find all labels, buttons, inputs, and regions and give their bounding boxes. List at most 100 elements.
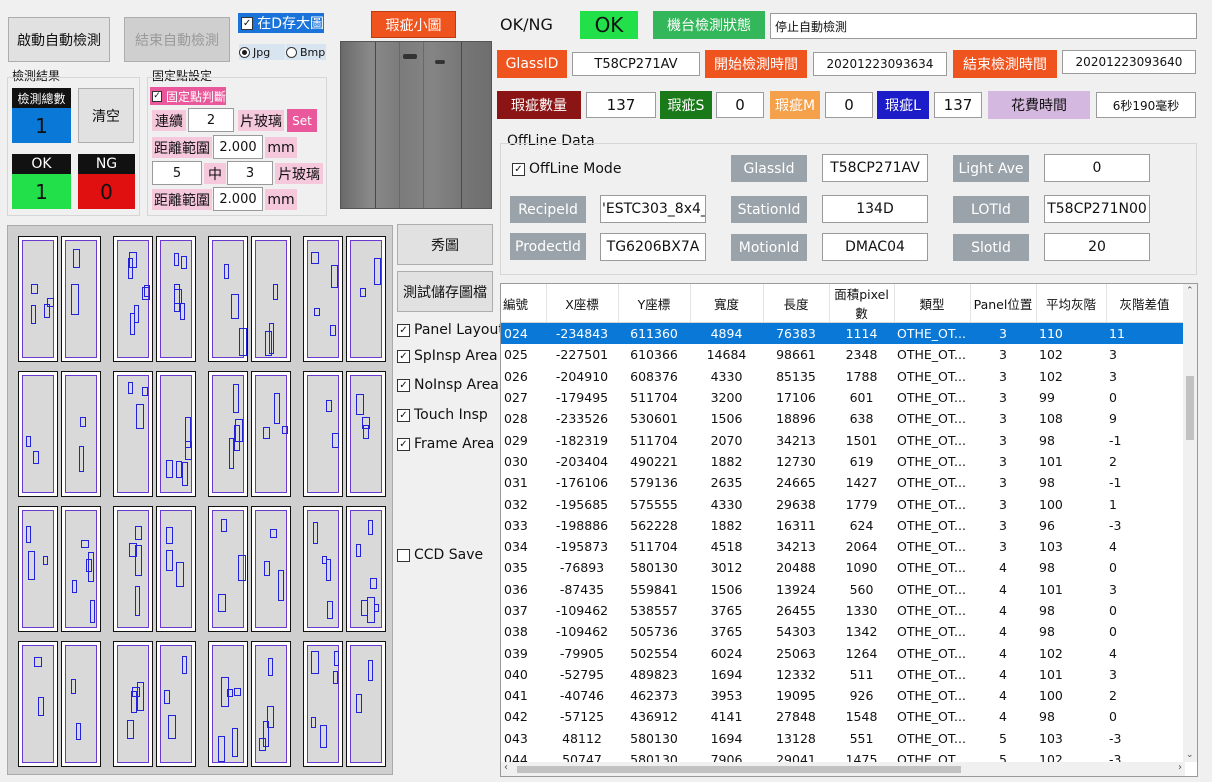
noinsp-area-checkbox[interactable]: ✓ NoInsp Area	[397, 377, 499, 393]
table-row[interactable]: 031 -176106 579136 2635 24665 1427 OTHE_OT... 3…	[501, 472, 1183, 493]
panel-cell[interactable]	[303, 641, 343, 767]
panel-cell[interactable]	[251, 641, 291, 767]
panel-cell[interactable]	[113, 371, 153, 497]
touch-insp-checkbox[interactable]: ✓ Touch Insp	[397, 407, 488, 423]
fixed-judge-checkbox[interactable]: ✓ 固定點判斷	[150, 87, 226, 105]
offline-glassid-value[interactable]: T58CP271AV	[822, 154, 928, 182]
lotid-value[interactable]: T58CP271N00	[1044, 195, 1150, 223]
table-horizontal-scrollbar[interactable]: ‹ ›	[501, 762, 1185, 776]
slotid-value[interactable]: 20	[1044, 233, 1150, 261]
table-vertical-scrollbar[interactable]: ⌃ ⌄	[1183, 284, 1197, 762]
panel-cell[interactable]	[61, 371, 101, 497]
frame-area-checkbox[interactable]: ✓ Frame Area	[397, 436, 494, 452]
defect-table-container[interactable]: 編號 X座標 Y座標 寬度 長度 面積pixel數 類型 Panel位置 平均灰階 灰階差值 02…	[500, 283, 1198, 777]
column-header[interactable]: 灰階差值	[1106, 284, 1184, 323]
motionid-value[interactable]: DMAC04	[822, 233, 928, 261]
panel-cell[interactable]	[303, 236, 343, 362]
panel-cell[interactable]	[113, 236, 153, 362]
panel-cell[interactable]	[18, 641, 58, 767]
table-row[interactable]: 026 -204910 608376 4330 85135 1788 OTHE_OT... 3…	[501, 366, 1183, 387]
panel-middle-input[interactable]: 3	[227, 161, 273, 185]
table-row[interactable]: 040 -52795 489823 1694 12332 511 OTHE_OT... 4 10…	[501, 664, 1183, 685]
jpg-radio[interactable]: Jpg	[239, 44, 285, 60]
column-header[interactable]: 類型	[894, 284, 971, 323]
panel-cell[interactable]	[61, 506, 101, 632]
column-header[interactable]: X座標	[546, 284, 619, 323]
table-row[interactable]: 034 -195873 511704 4518 34213 2064 OTHE_OT... 3…	[501, 536, 1183, 557]
panel-count-input[interactable]: 5	[152, 161, 202, 185]
panel-cell[interactable]	[346, 506, 386, 632]
productid-value[interactable]: TG6206BX7A	[600, 233, 706, 261]
panel-cell[interactable]	[251, 506, 291, 632]
table-row[interactable]: 025 -227501 610366 14684 98661 2348 OTHE_OT...…	[501, 344, 1183, 365]
panel-cell[interactable]	[61, 236, 101, 362]
panel-cell[interactable]	[346, 371, 386, 497]
table-row[interactable]: 030 -203404 490221 1882 12730 619 OTHE_OT... 3 1…	[501, 451, 1183, 472]
distance-range-input[interactable]: 2.000	[213, 135, 263, 159]
start-detection-button[interactable]: 啟動自動檢測	[8, 17, 110, 62]
offline-mode-checkbox[interactable]: ✓ OffLine Mode	[512, 161, 621, 177]
stop-detection-button[interactable]: 結束自動檢測	[124, 17, 230, 62]
scroll-thumb-horizontal[interactable]	[517, 766, 961, 773]
panel-cell[interactable]	[251, 371, 291, 497]
panel-cell[interactable]	[208, 506, 248, 632]
panel-cell[interactable]	[18, 506, 58, 632]
panel-cell[interactable]	[113, 506, 153, 632]
panel-cell[interactable]	[346, 236, 386, 362]
light-ave-value[interactable]: 0	[1044, 154, 1150, 182]
stationid-value[interactable]: 134D	[822, 195, 928, 223]
panel-cell[interactable]	[156, 641, 196, 767]
panel-cell[interactable]	[61, 641, 101, 767]
scroll-left-arrow-icon[interactable]: ‹	[504, 762, 508, 773]
show-image-button[interactable]: 秀圖	[397, 224, 493, 265]
panel-cell[interactable]	[113, 641, 153, 767]
table-row[interactable]: 037 -109462 538557 3765 26455 1330 OTHE_OT... 4…	[501, 600, 1183, 621]
panel-cell[interactable]	[208, 236, 248, 362]
column-header[interactable]: Y座標	[618, 284, 691, 323]
table-row[interactable]: 041 -40746 462373 3953 19095 926 OTHE_OT... 4 10…	[501, 685, 1183, 706]
table-row[interactable]: 032 -195685 575555 4330 29638 1779 OTHE_OT... 3…	[501, 493, 1183, 514]
ccd-save-checkbox[interactable]: CCD Save	[397, 547, 483, 563]
column-header[interactable]: 寬度	[690, 284, 764, 323]
panel-layout-map[interactable]	[7, 225, 393, 775]
spinsp-area-checkbox[interactable]: ✓ SpInsp Area	[397, 348, 498, 364]
table-row[interactable]: 029 -182319 511704 2070 34213 1501 OTHE_OT... 3…	[501, 429, 1183, 450]
table-row[interactable]: 027 -179495 511704 3200 17106 601 OTHE_OT... 3 9…	[501, 387, 1183, 408]
table-row[interactable]: 039 -79905 502554 6024 25063 1264 OTHE_OT... 4 1…	[501, 642, 1183, 663]
table-row[interactable]: 036 -87435 559841 1506 13924 560 OTHE_OT... 4 10…	[501, 579, 1183, 600]
scroll-thumb[interactable]	[1186, 376, 1194, 440]
panel-cell[interactable]	[18, 371, 58, 497]
clear-button[interactable]: 清空	[78, 88, 134, 143]
scroll-right-arrow-icon[interactable]: ›	[1178, 762, 1182, 773]
scroll-down-arrow-icon[interactable]: ⌄	[1186, 750, 1194, 760]
panel-cell[interactable]	[156, 371, 196, 497]
column-header[interactable]: 長度	[763, 284, 830, 323]
panel-cell[interactable]	[208, 371, 248, 497]
defect-table[interactable]: 編號 X座標 Y座標 寬度 長度 面積pixel數 類型 Panel位置 平均灰階 灰階差值 02…	[501, 284, 1184, 770]
panel-cell[interactable]	[346, 641, 386, 767]
panel-cell[interactable]	[303, 371, 343, 497]
table-row[interactable]: 042 -57125 436912 4141 27848 1548 OTHE_OT... 4 9…	[501, 706, 1183, 727]
scroll-up-arrow-icon[interactable]: ⌃	[1186, 286, 1194, 296]
column-header[interactable]: 編號	[501, 284, 547, 323]
panel-cell[interactable]	[156, 506, 196, 632]
set-button[interactable]: Set	[287, 109, 317, 132]
continuous-input[interactable]: 2	[188, 108, 234, 132]
column-header[interactable]: 平均灰階	[1036, 284, 1107, 323]
table-row[interactable]: 035 -76893 580130 3012 20488 1090 OTHE_OT... 4 9…	[501, 557, 1183, 578]
panel-cell[interactable]	[251, 236, 291, 362]
panel-layout-checkbox[interactable]: ✓ Panel Layout	[397, 322, 504, 338]
table-row[interactable]: 033 -198886 562228 1882 16311 624 OTHE_OT... 3 9…	[501, 515, 1183, 536]
table-row[interactable]: 028 -233526 530601 1506 18896 638 OTHE_OT... 3 1…	[501, 408, 1183, 429]
bmp-radio[interactable]: Bmp	[286, 44, 326, 60]
panel-cell[interactable]	[18, 236, 58, 362]
panel-cell[interactable]	[156, 236, 196, 362]
panel-cell[interactable]	[208, 641, 248, 767]
panel-cell[interactable]	[303, 506, 343, 632]
table-row[interactable]: 038 -109462 505736 3765 54303 1342 OTHE_OT... 4…	[501, 621, 1183, 642]
test-save-image-button[interactable]: 測試儲存圖檔	[397, 271, 493, 312]
recipeid-value[interactable]: 'ESTC303_8x4_2	[600, 195, 706, 223]
column-header[interactable]: Panel位置	[970, 284, 1037, 323]
column-header[interactable]: 面積pixel數	[829, 284, 895, 323]
distance-range-input-2[interactable]: 2.000	[213, 187, 263, 211]
